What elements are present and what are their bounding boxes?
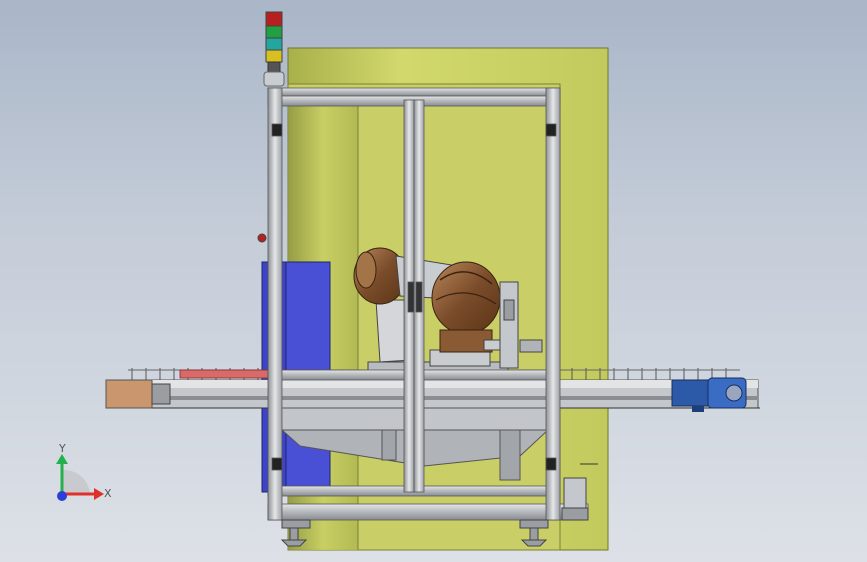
conveyor-end-cap [105,379,153,409]
emergency-stop-icon [257,233,267,243]
signal-tower-icon [263,11,285,87]
cad-viewport[interactable]: Y X [0,0,867,562]
coordinate-triad-icon [56,454,104,501]
y-axis-label: Y [59,442,66,455]
machine-assembly-drawing[interactable] [0,0,867,562]
x-axis-label: X [104,487,112,500]
